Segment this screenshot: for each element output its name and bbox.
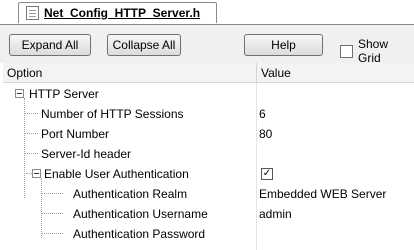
grid-row-auth-realm[interactable]: Authentication Realm Embedded WEB Server [3,184,414,204]
file-icon [26,6,39,20]
row-label: Authentication Password [73,227,206,241]
row-label: HTTP Server [29,87,99,101]
row-label: Port Number [41,127,110,141]
row-value[interactable]: Embedded WEB Server [259,187,386,201]
grid-row-http-server[interactable]: HTTP Server [3,84,414,104]
value-column-header[interactable]: Value [261,66,291,80]
expand-all-button[interactable]: Expand All [9,34,91,56]
row-label: Server-Id header [41,147,132,161]
row-value[interactable]: 80 [259,127,272,141]
collapse-all-button[interactable]: Collapse All [107,34,181,56]
grid-row-user-auth[interactable]: Enable User Authentication ✓ [3,164,414,184]
grid-row-port[interactable]: Port Number 80 [3,124,414,144]
row-label: Enable User Authentication [44,167,189,181]
row-label: Number of HTTP Sessions [41,107,184,121]
show-grid-toggle[interactable]: Show Grid [340,37,414,65]
toolbar: Expand All Collapse All Help Show Grid [0,24,414,65]
collapse-icon[interactable] [32,169,41,178]
row-label: Authentication Username [73,207,208,221]
grid-row-auth-password[interactable]: Authentication Password [3,224,414,244]
grid-row-server-id[interactable]: Server-Id header [3,144,414,164]
show-grid-checkbox[interactable] [340,44,353,58]
grid-row-sessions[interactable]: Number of HTTP Sessions 6 [3,104,414,124]
show-grid-label: Show Grid [358,37,389,65]
file-tab[interactable]: Net_Config_HTTP_Server.h [18,2,217,23]
row-label: Authentication Realm [73,187,188,201]
file-tab-label: Net_Config_HTTP_Server.h [44,6,201,20]
tab-strip: Net_Config_HTTP_Server.h [0,0,414,24]
grid-row-auth-username[interactable]: Authentication Username admin [3,204,414,224]
grid-header: Option Value [3,63,414,83]
user-auth-checkbox[interactable]: ✓ [261,168,273,180]
collapse-icon[interactable] [15,89,24,98]
row-value[interactable]: admin [259,207,292,221]
row-value[interactable]: 6 [259,107,266,121]
option-column-header[interactable]: Option [7,66,42,80]
column-separator[interactable] [256,63,257,83]
options-grid: Option Value HTTP Server Number of HTTP … [3,63,414,250]
help-button[interactable]: Help [244,34,323,56]
